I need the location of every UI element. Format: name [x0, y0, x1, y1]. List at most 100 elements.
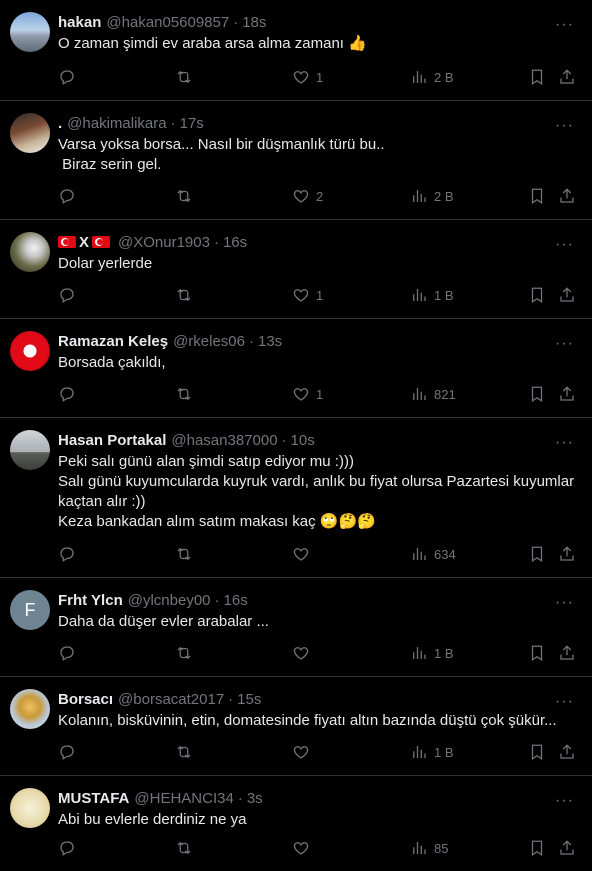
- bookmark-button[interactable]: [528, 545, 546, 563]
- tweet[interactable]: Ramazan Keleş @rkeles06 · 13s Borsada çakıl…: [0, 319, 592, 418]
- bookmark-button[interactable]: [528, 68, 546, 86]
- author-name[interactable]: Ramazan Keleş: [58, 333, 168, 350]
- like-button[interactable]: [292, 839, 316, 857]
- bookmark-button[interactable]: [528, 385, 546, 403]
- retweet-button[interactable]: [175, 644, 193, 662]
- author-name[interactable]: Hasan Portakal: [58, 432, 166, 449]
- like-button[interactable]: 2: [292, 187, 323, 205]
- more-icon[interactable]: ···: [555, 16, 574, 34]
- more-icon[interactable]: ···: [555, 117, 574, 135]
- author-name[interactable]: X: [79, 234, 89, 251]
- avatar[interactable]: [10, 232, 50, 272]
- reply-button[interactable]: [58, 286, 76, 304]
- author-name[interactable]: hakan: [58, 14, 101, 31]
- author-handle[interactable]: @rkeles06: [173, 333, 245, 350]
- reply-button[interactable]: [58, 545, 76, 563]
- retweet-button[interactable]: [175, 187, 193, 205]
- reply-button[interactable]: [58, 187, 76, 205]
- author-name[interactable]: .: [58, 115, 62, 132]
- tweet[interactable]: X @XOnur1903 · 16s Dolar yerlerde ··· 1 1 B: [0, 220, 592, 319]
- timestamp[interactable]: 16s: [223, 234, 247, 251]
- retweet-button[interactable]: [175, 839, 193, 857]
- author-handle[interactable]: @XOnur1903: [118, 234, 210, 251]
- author-name[interactable]: Borsacı: [58, 691, 113, 708]
- bookmark-button[interactable]: [528, 743, 546, 761]
- reply-button[interactable]: [58, 839, 76, 857]
- views-button[interactable]: 821: [410, 385, 456, 403]
- bookmark-button[interactable]: [528, 187, 546, 205]
- views-button[interactable]: 1 B: [410, 743, 454, 761]
- bookmark-button[interactable]: [528, 286, 546, 304]
- heart-icon: [293, 647, 309, 660]
- timestamp[interactable]: 16s: [224, 592, 248, 609]
- avatar[interactable]: [10, 430, 50, 470]
- tweet[interactable]: . @hakimalikara · 17s Varsa yoksa borsa... …: [0, 101, 592, 220]
- tweet[interactable]: Hasan Portakal @hasan387000 · 10s Peki salı…: [0, 418, 592, 578]
- author-handle[interactable]: @hakimalikara: [67, 115, 166, 132]
- retweet-button[interactable]: [175, 743, 193, 761]
- like-button[interactable]: 1: [292, 286, 323, 304]
- reply-button[interactable]: [58, 68, 76, 86]
- retweet-button[interactable]: [175, 385, 193, 403]
- timestamp[interactable]: 17s: [180, 115, 204, 132]
- share-button[interactable]: [558, 187, 576, 205]
- more-icon[interactable]: ···: [555, 434, 574, 452]
- bookmark-button[interactable]: [528, 839, 546, 857]
- author-handle[interactable]: @HEHANCI34: [134, 790, 233, 807]
- more-icon[interactable]: ···: [555, 792, 574, 810]
- reply-button[interactable]: [58, 743, 76, 761]
- view-count: 1 B: [434, 287, 454, 303]
- like-button[interactable]: 1: [292, 68, 323, 86]
- author-handle[interactable]: @hakan05609857: [106, 14, 229, 31]
- more-icon[interactable]: ···: [555, 335, 574, 353]
- tweet[interactable]: F Frht Ylcn @ylcnbey00 · 16s Daha da düşer …: [0, 578, 592, 677]
- bookmark-button[interactable]: [528, 644, 546, 662]
- tweet[interactable]: hakan @hakan05609857 · 18s O zaman şimdi ev…: [0, 0, 592, 101]
- reply-button[interactable]: [58, 385, 76, 403]
- views-button[interactable]: 1 B: [410, 644, 454, 662]
- share-button[interactable]: [558, 68, 576, 86]
- timestamp[interactable]: 13s: [258, 333, 282, 350]
- author-handle[interactable]: @ylcnbey00: [128, 592, 211, 609]
- avatar[interactable]: [10, 689, 50, 729]
- retweet-button[interactable]: [175, 68, 193, 86]
- reply-button[interactable]: [58, 644, 76, 662]
- timestamp[interactable]: 18s: [242, 14, 266, 31]
- like-button[interactable]: [292, 743, 316, 761]
- author-handle[interactable]: @hasan387000: [171, 432, 277, 449]
- views-button[interactable]: 2 B: [410, 187, 454, 205]
- avatar[interactable]: [10, 788, 50, 828]
- avatar[interactable]: [10, 12, 50, 52]
- separator-dot: ·: [228, 690, 234, 708]
- tweet[interactable]: Borsacı @borsacat2017 · 15s Kolanın, bisküv…: [0, 677, 592, 776]
- tweet[interactable]: MUSTAFA @HEHANCI34 · 3s Abi bu evlerle derd…: [0, 776, 592, 871]
- views-button[interactable]: 2 B: [410, 68, 454, 86]
- views-button[interactable]: 85: [410, 839, 448, 857]
- like-button[interactable]: [292, 644, 316, 662]
- retweet-button[interactable]: [175, 545, 193, 563]
- avatar[interactable]: [10, 113, 50, 153]
- author-name[interactable]: Frht Ylcn: [58, 592, 123, 609]
- like-button[interactable]: [292, 545, 316, 563]
- share-button[interactable]: [558, 644, 576, 662]
- views-button[interactable]: 634: [410, 545, 456, 563]
- share-button[interactable]: [558, 743, 576, 761]
- like-button[interactable]: 1: [292, 385, 323, 403]
- more-icon[interactable]: ···: [555, 693, 574, 711]
- timestamp[interactable]: 3s: [247, 790, 263, 807]
- author-name[interactable]: MUSTAFA: [58, 790, 129, 807]
- timestamp[interactable]: 10s: [291, 432, 315, 449]
- more-icon[interactable]: ···: [555, 594, 574, 612]
- share-button[interactable]: [558, 286, 576, 304]
- share-button[interactable]: [558, 839, 576, 857]
- timestamp[interactable]: 15s: [237, 691, 261, 708]
- more-icon[interactable]: ···: [555, 236, 574, 254]
- tweet-text: Borsada çakıldı,: [58, 354, 166, 371]
- share-button[interactable]: [558, 545, 576, 563]
- author-handle[interactable]: @borsacat2017: [118, 691, 224, 708]
- views-button[interactable]: 1 B: [410, 286, 454, 304]
- avatar[interactable]: [10, 331, 50, 371]
- share-button[interactable]: [558, 385, 576, 403]
- retweet-button[interactable]: [175, 286, 193, 304]
- avatar[interactable]: F: [10, 590, 50, 630]
